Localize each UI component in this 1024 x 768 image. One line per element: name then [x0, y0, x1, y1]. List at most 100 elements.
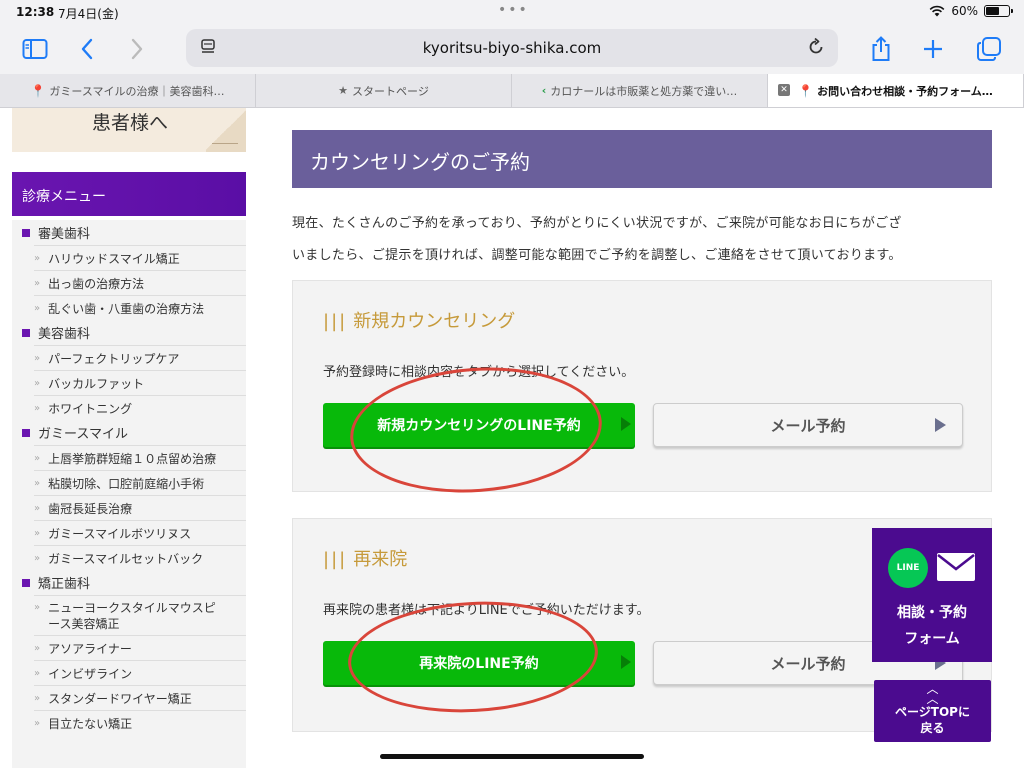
map-pin-icon: 📍	[30, 83, 46, 98]
tab-bar: 📍 ガミースマイルの治療｜美容歯科… ★ スタートページ ‹ カロナールは市販薬…	[0, 74, 1024, 108]
menu-item[interactable]: » 目立たない矯正	[34, 710, 246, 735]
battery-percent: 60%	[951, 4, 978, 18]
tab-gummy-smile[interactable]: 📍 ガミースマイルの治療｜美容歯科…	[0, 74, 256, 107]
menu-category[interactable]: 矯正歯科	[12, 570, 246, 595]
menu-item[interactable]: » ホワイトニング	[34, 395, 246, 420]
tab-calonal[interactable]: ‹ カロナールは市販薬と処方薬で違い…	[512, 74, 768, 107]
menu-item[interactable]: » 出っ歯の治療方法	[34, 270, 246, 295]
item-label: 目立たない矯正	[48, 716, 133, 731]
page-top-button[interactable]: ︿ ︿ ページTOPに 戻る	[874, 680, 991, 742]
menu-item[interactable]: » 上唇挙筋群短縮１０点留め治療	[34, 445, 246, 470]
menu-category[interactable]: ガミースマイル	[12, 420, 246, 445]
raquo-icon: »	[34, 277, 41, 289]
forward-icon[interactable]	[122, 34, 152, 64]
item-label: 乱ぐい歯・八重歯の治療方法	[48, 301, 205, 316]
raquo-icon: »	[34, 352, 41, 364]
new-mail-reservation-button[interactable]: メール予約	[653, 403, 963, 447]
line-icon: LINE	[888, 548, 928, 588]
home-indicator[interactable]	[380, 754, 644, 759]
menu-item[interactable]: » ニューヨークスタイルマウスピース美容矯正	[34, 595, 246, 635]
menu-item[interactable]: » バッカルファット	[34, 370, 246, 395]
floating-contact-form-button[interactable]: LINE 相談・予約 フォーム	[872, 528, 992, 662]
menu-item[interactable]: » 乱ぐい歯・八重歯の治療方法	[34, 295, 246, 320]
double-chevron-up-icon: ︿ ︿	[926, 682, 939, 706]
item-label: ガミースマイルボツリヌス	[48, 526, 192, 541]
status-bar: 12:38 7月4日(金) ••• 60%	[0, 0, 1024, 26]
item-label: ハリウッドスマイル矯正	[48, 251, 180, 266]
arrow-right-icon	[935, 418, 946, 432]
bullet-icon	[22, 328, 30, 337]
share-icon[interactable]	[866, 34, 896, 64]
tabs-overview-icon[interactable]	[974, 34, 1004, 64]
raquo-icon: »	[34, 552, 41, 564]
browser-toolbar: kyoritsu-biyo-shika.com	[0, 26, 1024, 74]
tab-contact-form[interactable]: ✕ 📍 お問い合わせ相談・予約フォーム…	[768, 74, 1024, 107]
wifi-icon	[929, 5, 945, 17]
intro-text: 現在、たくさんのご予約を承っており、予約がとりにくい状況ですが、ご来院が可能なお…	[292, 208, 992, 272]
menu-heading: 診療メニュー	[12, 172, 246, 216]
item-label: ガミースマイルセットバック	[48, 551, 204, 566]
raquo-icon: »	[34, 642, 41, 654]
sidebar-toggle-icon[interactable]	[20, 34, 50, 64]
star-icon: ★	[338, 84, 349, 97]
leaf-icon: ‹	[541, 84, 547, 97]
raquo-icon: »	[34, 667, 41, 679]
web-page: 患者様へ 診療メニュー 審美歯科 » ハリウッドスマイル矯正 » 出っ歯の治療方法 …	[0, 108, 1024, 768]
title-bars-icon: |||	[323, 311, 348, 332]
button-label: メール予約	[770, 654, 846, 673]
map-pin-icon: 📍	[798, 83, 814, 98]
intro-line: いましたら、ご提示を頂ければ、調整可能な範囲でご予約を調整し、ご連絡をさせて頂い…	[292, 248, 902, 263]
menu-item[interactable]: » 粘膜切除、口腔前庭縮小手術	[34, 470, 246, 495]
item-label: インビザライン	[48, 666, 133, 681]
tab-label: スタートページ	[352, 84, 429, 98]
patients-banner[interactable]: 患者様へ	[12, 108, 246, 152]
raquo-icon: »	[34, 402, 41, 414]
item-label: 上唇挙筋群短縮１０点留め治療	[48, 451, 217, 466]
item-label: 歯冠長延長治療	[48, 501, 133, 516]
menu-item[interactable]: » ガミースマイルセットバック	[34, 545, 246, 570]
bullet-icon	[22, 228, 30, 237]
page-top-label: ページTOPに 戻る	[895, 705, 970, 735]
tab-start-page[interactable]: ★ スタートページ	[256, 74, 512, 107]
banner-decoration	[206, 108, 246, 152]
menu-item[interactable]: » パーフェクトリップケア	[34, 345, 246, 370]
clock: 12:38	[16, 5, 55, 19]
multitasking-dots-icon[interactable]: •••	[498, 2, 529, 18]
close-tab-icon[interactable]: ✕	[778, 84, 790, 96]
menu-item[interactable]: » スタンダードワイヤー矯正	[34, 685, 246, 710]
address-bar[interactable]: kyoritsu-biyo-shika.com	[186, 29, 838, 67]
item-label: アソアライナー	[48, 641, 132, 656]
tab-label: お問い合わせ相談・予約フォーム…	[817, 84, 993, 98]
button-label: メール予約	[770, 416, 846, 435]
battery-icon	[984, 5, 1013, 17]
item-label: バッカルファット	[48, 376, 145, 391]
raquo-icon: »	[34, 477, 41, 489]
banner-arrow-line	[212, 143, 238, 144]
reload-icon[interactable]	[806, 37, 826, 57]
item-label: スタンダードワイヤー矯正	[48, 691, 192, 706]
banner-label: 患者様へ	[92, 112, 169, 134]
category-label: 美容歯科	[38, 327, 91, 342]
raquo-icon: »	[34, 452, 41, 464]
menu-item[interactable]: » ガミースマイルボツリヌス	[34, 520, 246, 545]
new-tab-icon[interactable]	[918, 34, 948, 64]
back-icon[interactable]	[72, 34, 102, 64]
intro-line: 現在、たくさんのご予約を承っており、予約がとりにくい状況ですが、ご来院が可能なお…	[292, 216, 902, 231]
raquo-icon: »	[34, 252, 41, 264]
menu-category[interactable]: 美容歯科	[12, 320, 246, 345]
item-label: ホワイトニング	[48, 401, 133, 416]
menu-item[interactable]: » インビザライン	[34, 660, 246, 685]
tab-label: ガミースマイルの治療｜美容歯科…	[49, 84, 225, 98]
arrow-right-icon	[621, 655, 631, 669]
mail-icon	[937, 553, 975, 581]
menu-item[interactable]: » 歯冠長延長治療	[34, 495, 246, 520]
menu-item[interactable]: » アソアライナー	[34, 635, 246, 660]
item-label: 粘膜切除、口腔前庭縮小手術	[48, 476, 205, 491]
menu-item[interactable]: » ハリウッドスマイル矯正	[34, 245, 246, 270]
raquo-icon: »	[34, 377, 41, 389]
category-label: 審美歯科	[38, 227, 91, 242]
item-label: 出っ歯の治療方法	[48, 276, 145, 291]
menu-category[interactable]: 審美歯科	[12, 220, 246, 245]
treatment-menu: 審美歯科 » ハリウッドスマイル矯正 » 出っ歯の治療方法 » 乱ぐい歯・八重歯の治療…	[12, 220, 246, 768]
raquo-icon: »	[34, 302, 41, 314]
